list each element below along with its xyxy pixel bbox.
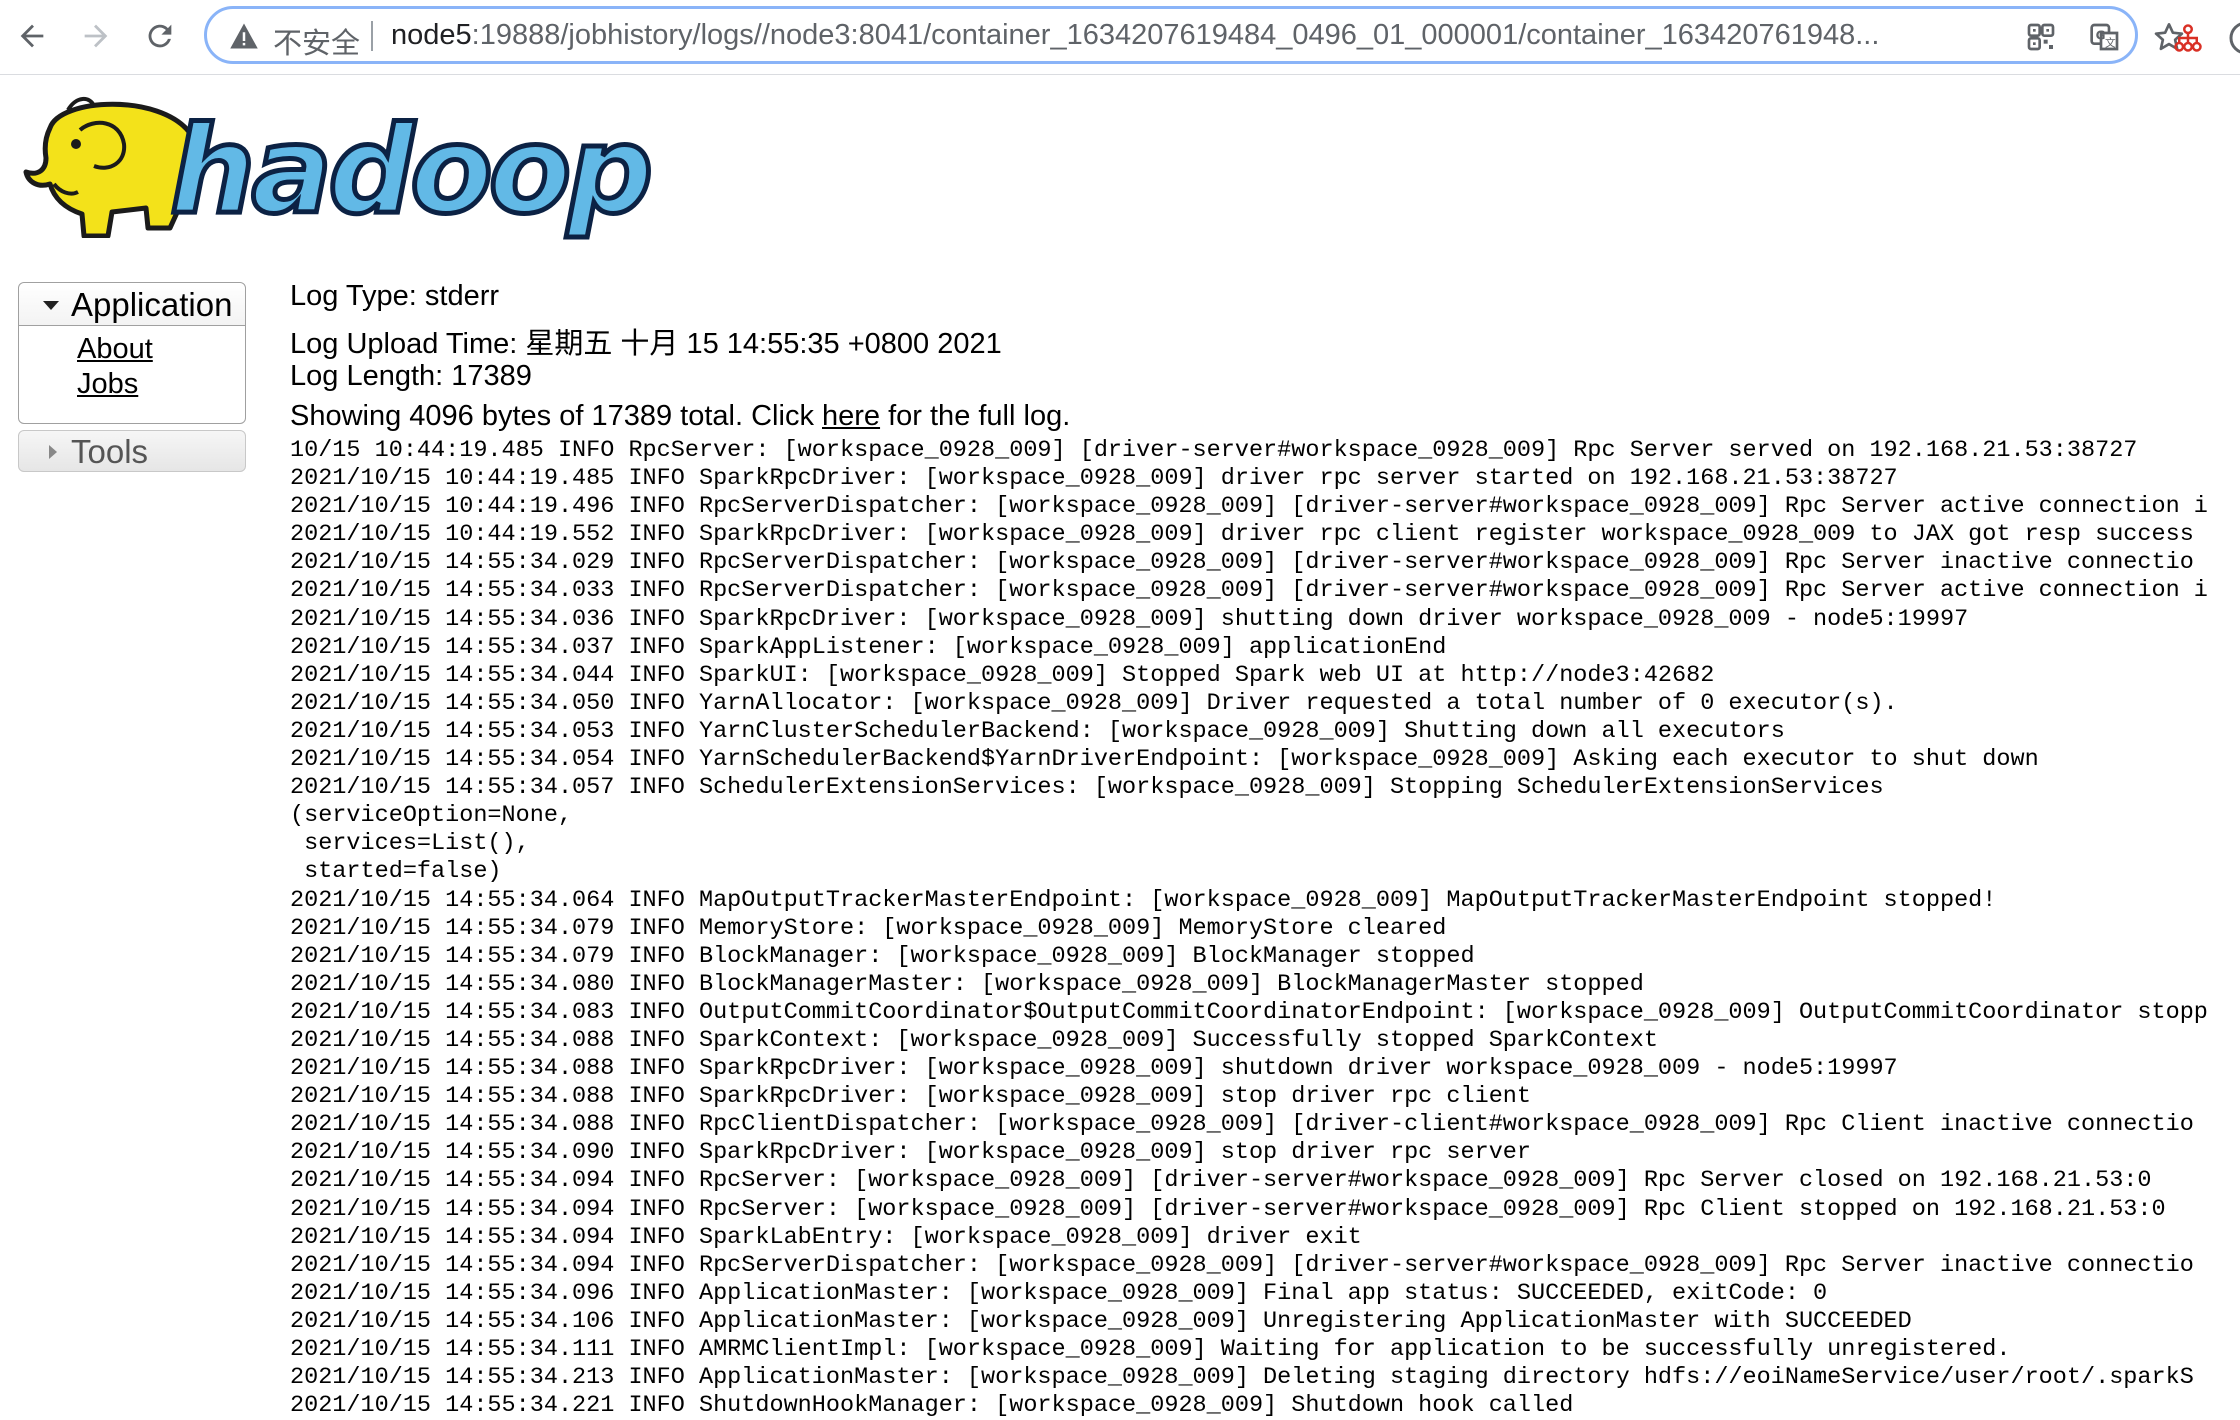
log-line: started=false) xyxy=(290,858,502,886)
log-line: 2021/10/15 14:55:34.033 INFO RpcServerDi… xyxy=(290,577,2208,605)
url-text[interactable]: node5:19888/jobhistory/logs//node3:8041/… xyxy=(391,19,2131,52)
log-line: 2021/10/15 14:55:34.094 INFO SparkLabEnt… xyxy=(290,1223,1362,1251)
log-line: 2021/10/15 14:55:34.213 INFO Application… xyxy=(290,1364,2194,1392)
log-line: 2021/10/15 14:55:34.094 INFO RpcServer: … xyxy=(290,1195,2166,1223)
log-line: 2021/10/15 14:55:34.053 INFO YarnCluster… xyxy=(290,717,1785,745)
collapsed-triangle-icon xyxy=(49,445,57,459)
translate-icon[interactable]: G文 xyxy=(2087,19,2123,55)
log-line: 2021/10/15 14:55:34.079 INFO MemoryStore… xyxy=(290,914,1447,942)
showing-suffix: for the full log. xyxy=(880,400,1071,432)
expanded-triangle-icon xyxy=(43,301,59,310)
sidebar-link-jobs[interactable]: Jobs xyxy=(77,368,138,401)
log-line: 2021/10/15 14:55:34.090 INFO SparkRpcDri… xyxy=(290,1139,1532,1167)
tools-menu[interactable]: Tools xyxy=(18,430,246,472)
logo-text: hadoop xyxy=(167,102,655,241)
log-line: 2021/10/15 14:55:34.088 INFO RpcClientDi… xyxy=(290,1111,2194,1139)
log-upload-time: Log Upload Time: 星期五 十月 15 14:55:35 +080… xyxy=(290,328,1002,360)
back-arrow-icon[interactable] xyxy=(10,14,54,58)
url-path: :19888/jobhistory/logs//node3:8041/conta… xyxy=(471,19,1880,51)
sidebar-link-about[interactable]: About xyxy=(77,333,153,366)
application-menu-title: Application xyxy=(71,286,233,323)
log-line: 2021/10/15 14:55:34.083 INFO OutputCommi… xyxy=(290,998,2208,1026)
log-line: 2021/10/15 14:55:34.094 INFO RpcServer: … xyxy=(290,1167,2152,1195)
log-line: 2021/10/15 14:55:34.036 INFO SparkRpcDri… xyxy=(290,605,1969,633)
log-line: 2021/10/15 14:55:34.088 INFO SparkRpcDri… xyxy=(290,1083,1532,1111)
full-log-link[interactable]: here xyxy=(822,400,880,432)
log-line: 2021/10/15 14:55:34.054 INFO YarnSchedul… xyxy=(290,746,2039,774)
extension-icon[interactable] xyxy=(2168,18,2208,58)
log-line: 2021/10/15 14:55:34.094 INFO RpcServerDi… xyxy=(290,1251,2194,1279)
log-content: 10/15 10:44:19.485 INFO RpcServer: [work… xyxy=(290,437,2240,1420)
log-line: 2021/10/15 14:55:34.057 INFO SchedulerEx… xyxy=(290,774,1884,802)
showing-prefix: Showing 4096 bytes of 17389 total. Click xyxy=(290,400,822,432)
log-line: 2021/10/15 14:55:34.111 INFO AMRMClientI… xyxy=(290,1336,2011,1363)
log-length: Log Length: 17389 xyxy=(290,360,532,392)
log-line: (serviceOption=None, xyxy=(290,802,573,830)
log-line: 2021/10/15 14:55:34.050 INFO YarnAllocat… xyxy=(290,689,1898,717)
reload-icon[interactable] xyxy=(138,14,182,58)
security-label[interactable]: 不安全 xyxy=(273,20,360,62)
log-line: 2021/10/15 14:55:34.064 INFO MapOutputTr… xyxy=(290,886,1997,914)
application-menu-header[interactable]: Application xyxy=(19,283,245,326)
url-host: node5 xyxy=(391,19,472,51)
log-showing-note: Showing 4096 bytes of 17389 total. Click… xyxy=(290,400,1070,433)
log-line: services=List(), xyxy=(290,830,530,858)
log-line: 2021/10/15 14:55:34.096 INFO Application… xyxy=(290,1279,1828,1307)
log-line: 2021/10/15 14:55:34.029 INFO RpcServerDi… xyxy=(290,549,2194,577)
profile-icon[interactable] xyxy=(2226,18,2240,58)
application-menu: Application About Jobs xyxy=(18,282,246,424)
log-line: 2021/10/15 14:55:34.080 INFO BlockManage… xyxy=(290,970,1644,998)
warning-icon[interactable] xyxy=(229,22,259,50)
address-bar[interactable]: 不安全 node5:19888/jobhistory/logs//node3:8… xyxy=(204,6,2184,64)
log-line: 2021/10/15 10:44:19.485 INFO SparkRpcDri… xyxy=(290,465,1898,493)
log-type: Log Type: stderr xyxy=(290,280,500,312)
log-line: 2021/10/15 14:55:34.106 INFO Application… xyxy=(290,1307,1912,1335)
log-line: 2021/10/15 14:55:34.088 INFO SparkRpcDri… xyxy=(290,1055,1898,1083)
svg-text:文: 文 xyxy=(2105,36,2116,49)
log-line: 2021/10/15 10:44:19.496 INFO RpcServerDi… xyxy=(290,493,2208,521)
log-line: 2021/10/15 10:44:19.552 INFO SparkRpcDri… xyxy=(290,521,2194,549)
log-line: 10/15 10:44:19.485 INFO RpcServer: [work… xyxy=(290,437,2138,464)
log-line: 2021/10/15 14:55:34.037 INFO SparkAppLis… xyxy=(290,633,1447,661)
log-line: 2021/10/15 14:55:34.088 INFO SparkContex… xyxy=(290,1026,1658,1054)
separator xyxy=(371,21,373,51)
browser-toolbar: 不安全 node5:19888/jobhistory/logs//node3:8… xyxy=(0,0,2240,75)
log-line: 2021/10/15 14:55:34.079 INFO BlockManage… xyxy=(290,942,1475,970)
qr-code-icon[interactable] xyxy=(2023,19,2059,55)
forward-arrow-icon[interactable] xyxy=(74,14,118,58)
log-line: 2021/10/15 14:55:34.044 INFO SparkUI: [w… xyxy=(290,661,1715,689)
hadoop-logo[interactable]: hadoop xyxy=(20,88,656,248)
tools-menu-title: Tools xyxy=(71,433,149,470)
log-line: 2021/10/15 14:55:34.221 INFO ShutdownHoo… xyxy=(290,1392,1574,1420)
